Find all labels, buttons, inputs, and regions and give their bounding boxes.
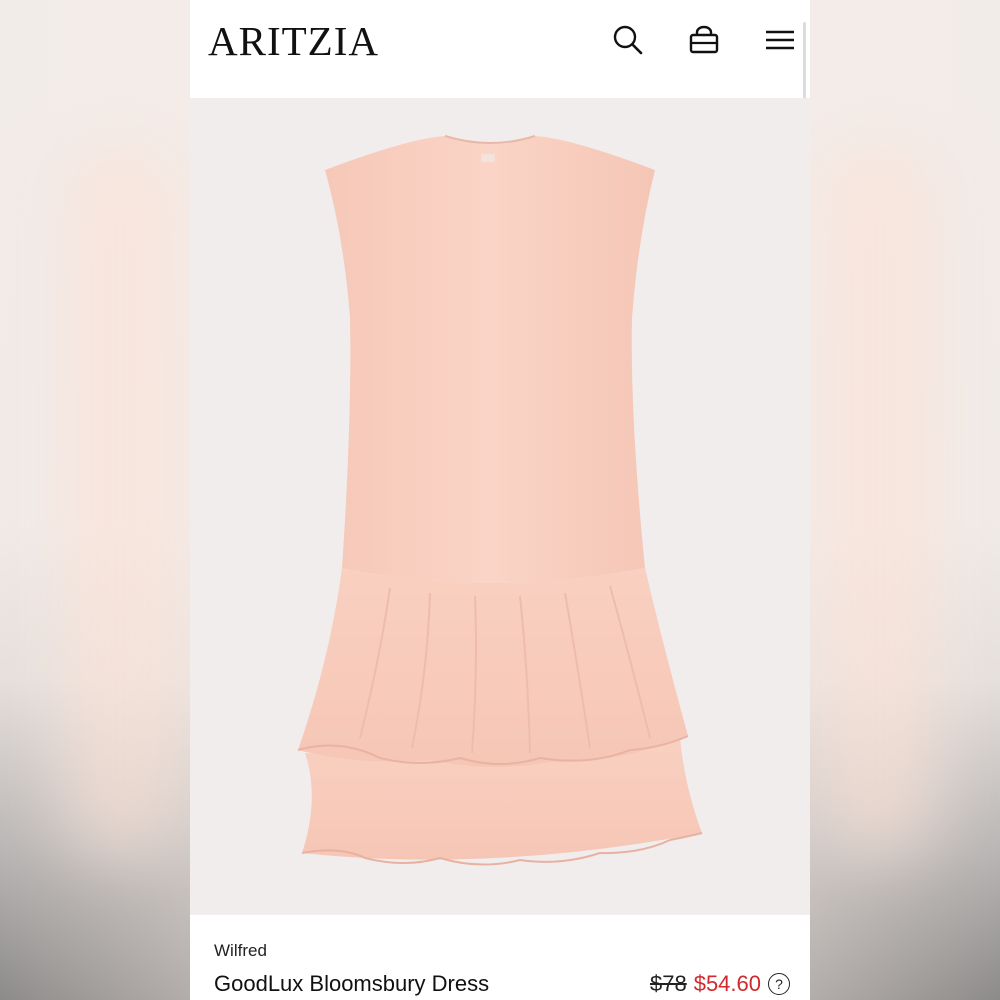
shopping-bag-icon[interactable] [686,22,722,58]
phone-screen: ARITZIA Wilfred GoodLux Bloomsbury Dress… [190,0,810,1000]
product-info: Wilfred GoodLux Bloomsbury Dress $78 $54… [190,915,810,1000]
dress-image [297,135,703,866]
original-price: $78 [649,971,687,996]
search-icon[interactable] [610,22,646,58]
product-image[interactable] [190,98,810,915]
price-help-icon[interactable]: ? [768,973,790,995]
blurred-dress-left [60,140,180,860]
product-name[interactable]: GoodLux Bloomsbury Dress [214,971,489,997]
hamburger-menu-icon[interactable] [762,22,798,58]
site-header: ARITZIA [190,0,810,98]
price-row: $78 $54.60 ? [650,971,790,997]
sale-price: $54.60 [693,971,761,996]
product-brand[interactable]: Wilfred [214,941,267,961]
aritzia-logo[interactable]: ARITZIA [208,18,379,64]
blurred-dress-right [820,140,940,860]
